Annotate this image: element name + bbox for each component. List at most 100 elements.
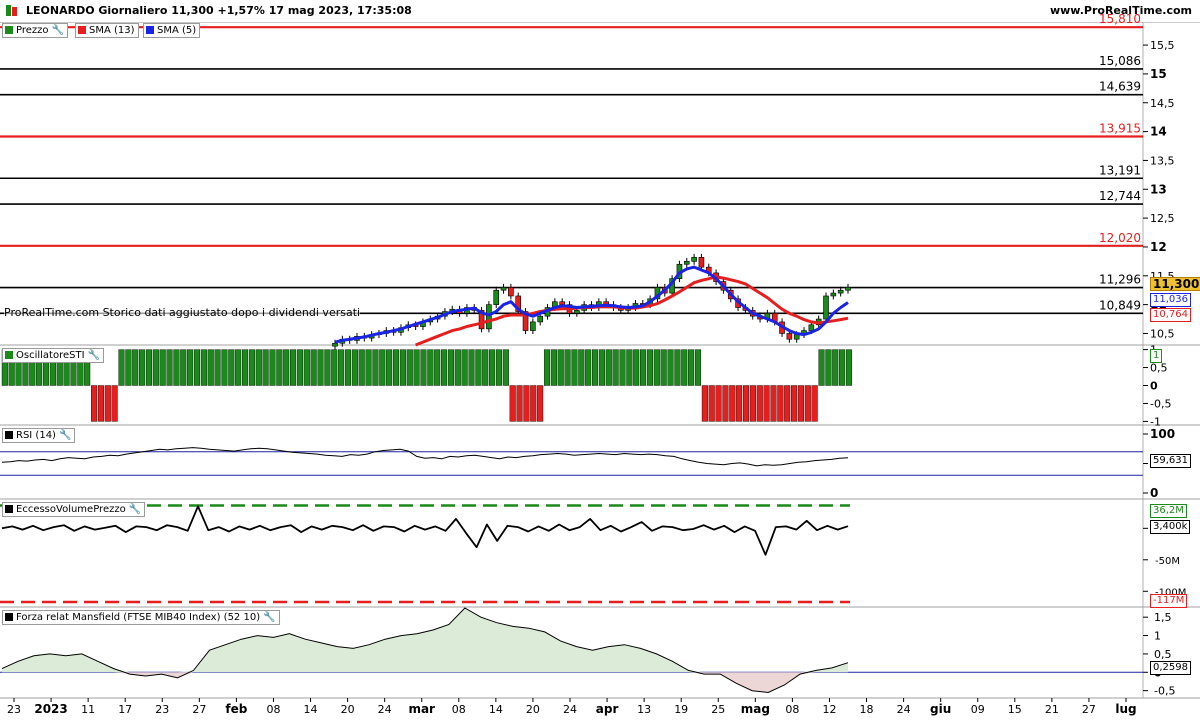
sti-bar xyxy=(303,349,310,386)
legend-color-swatch xyxy=(5,613,13,621)
date-axis-label: feb xyxy=(225,702,247,716)
date-axis-label: 13 xyxy=(637,703,651,716)
sti-bar xyxy=(214,349,221,386)
wrench-icon[interactable]: 🔧 xyxy=(263,612,275,623)
candle-body xyxy=(786,333,793,340)
sti-bar xyxy=(688,349,695,386)
dividend-note: ProRealTime.com Storico dati aggiustato … xyxy=(4,306,361,319)
sti-bar xyxy=(317,349,324,386)
sti-bar xyxy=(701,385,708,422)
sti-bar xyxy=(729,385,736,422)
sti-bar xyxy=(338,349,345,386)
volume-axis-label: -50M xyxy=(1155,556,1180,567)
price-axis-label: 13 xyxy=(1150,182,1167,196)
legend-rsi[interactable]: RSI (14) 🔧 xyxy=(2,428,76,443)
candle-body xyxy=(508,287,514,297)
sma13-value-badge: 10,764 xyxy=(1150,308,1191,322)
wrench-icon[interactable]: 🔧 xyxy=(88,350,100,361)
legend-color-swatch xyxy=(78,26,86,34)
sti-bar xyxy=(509,385,516,422)
sti-bar xyxy=(516,385,523,422)
sti-bar xyxy=(557,349,564,386)
level-label: 15,086 xyxy=(1099,54,1141,68)
legend-sma5[interactable]: SMA (5) xyxy=(143,23,201,38)
sti-bar xyxy=(358,349,365,386)
date-axis-label: 11 xyxy=(81,703,95,716)
sti-bar xyxy=(310,349,317,386)
sti-bar xyxy=(633,349,640,386)
level-label: 13,915 xyxy=(1099,121,1141,135)
legend-sma5-label: SMA (5) xyxy=(157,25,197,36)
legend-mansfield[interactable]: Forza relat Mansfield (FTSE MIB40 Index)… xyxy=(2,610,280,625)
sti-bar xyxy=(159,349,166,386)
sti-bar xyxy=(283,349,290,386)
sti-bar xyxy=(839,349,846,386)
sti-bar xyxy=(502,349,509,386)
sti-bar xyxy=(646,349,653,386)
sti-bar xyxy=(276,349,283,386)
mansfield-axis-label: 1 xyxy=(1154,630,1161,643)
sti-bar xyxy=(262,349,269,386)
wrench-icon[interactable]: 🔧 xyxy=(129,504,141,515)
candle-body xyxy=(698,257,705,268)
legend-rsi-label: RSI (14) xyxy=(16,430,56,441)
date-axis-label: lug xyxy=(1115,702,1136,716)
legend-volume[interactable]: EccessoVolumePrezzo 🔧 xyxy=(2,502,146,517)
sti-bar xyxy=(770,385,777,422)
date-axis-label: 21 xyxy=(1045,703,1059,716)
sma5-value-badge: 11,036 xyxy=(1150,293,1191,307)
legend-price-label: Prezzo xyxy=(16,25,49,36)
sti-bar xyxy=(97,385,104,422)
price-axis-label: 10,5 xyxy=(1150,327,1175,340)
legend-sti-label: OscillatoreSTI xyxy=(16,350,85,361)
wrench-icon[interactable]: 🔧 xyxy=(52,25,64,36)
candle-body xyxy=(845,287,851,291)
sti-bar xyxy=(447,349,454,386)
sti-bar xyxy=(626,349,633,386)
sti-bar xyxy=(605,349,612,386)
date-axis-label: 17 xyxy=(118,703,132,716)
date-axis-label: 23 xyxy=(7,703,21,716)
sti-bar xyxy=(825,349,832,386)
sti-bar xyxy=(791,385,798,422)
sti-bar xyxy=(708,385,715,422)
date-axis-label: 2023 xyxy=(34,702,67,716)
sti-axis-label: 0 xyxy=(1150,380,1158,393)
sti-axis-label: 0,5 xyxy=(1150,362,1168,375)
sti-bar xyxy=(543,349,551,386)
sti-bar xyxy=(351,349,358,386)
date-axis-label: 14 xyxy=(489,703,503,716)
sti-bar xyxy=(674,349,681,386)
sti-bar xyxy=(832,349,839,386)
sti-bar xyxy=(331,349,338,386)
candle-body xyxy=(691,257,697,262)
date-axis-label: 27 xyxy=(192,703,206,716)
sti-bar xyxy=(111,385,118,422)
level-label: 10,849 xyxy=(1099,298,1141,312)
sti-bar xyxy=(742,385,750,422)
date-axis-label: 24 xyxy=(563,703,577,716)
level-label: 14,639 xyxy=(1099,80,1141,94)
legend-sma13[interactable]: SMA (13) xyxy=(75,23,139,38)
legend-color-swatch xyxy=(5,505,13,513)
sti-bar xyxy=(578,349,585,386)
sti-bar xyxy=(290,349,297,386)
rsi-line xyxy=(1,447,849,467)
sti-bar xyxy=(193,349,201,386)
sti-bar xyxy=(845,349,852,386)
sti-bar xyxy=(482,349,489,386)
sti-bar xyxy=(537,385,544,422)
sti-bar xyxy=(454,349,461,386)
legend-mansfield-label: Forza relat Mansfield (FTSE MIB40 Index)… xyxy=(16,612,261,623)
level-label: 12,020 xyxy=(1099,231,1141,245)
sti-bar xyxy=(667,349,674,386)
legend-sti[interactable]: OscillatoreSTI 🔧 xyxy=(2,348,104,363)
legend-price[interactable]: Prezzo 🔧 xyxy=(2,23,68,38)
wrench-icon[interactable]: 🔧 xyxy=(59,430,71,441)
price-axis-label: 13,5 xyxy=(1150,154,1175,167)
sti-bar xyxy=(495,349,502,386)
date-axis-label: 09 xyxy=(971,703,985,716)
sti-bar xyxy=(811,385,818,422)
date-axis-label: mar xyxy=(408,702,435,716)
date-axis-label: 18 xyxy=(860,703,874,716)
